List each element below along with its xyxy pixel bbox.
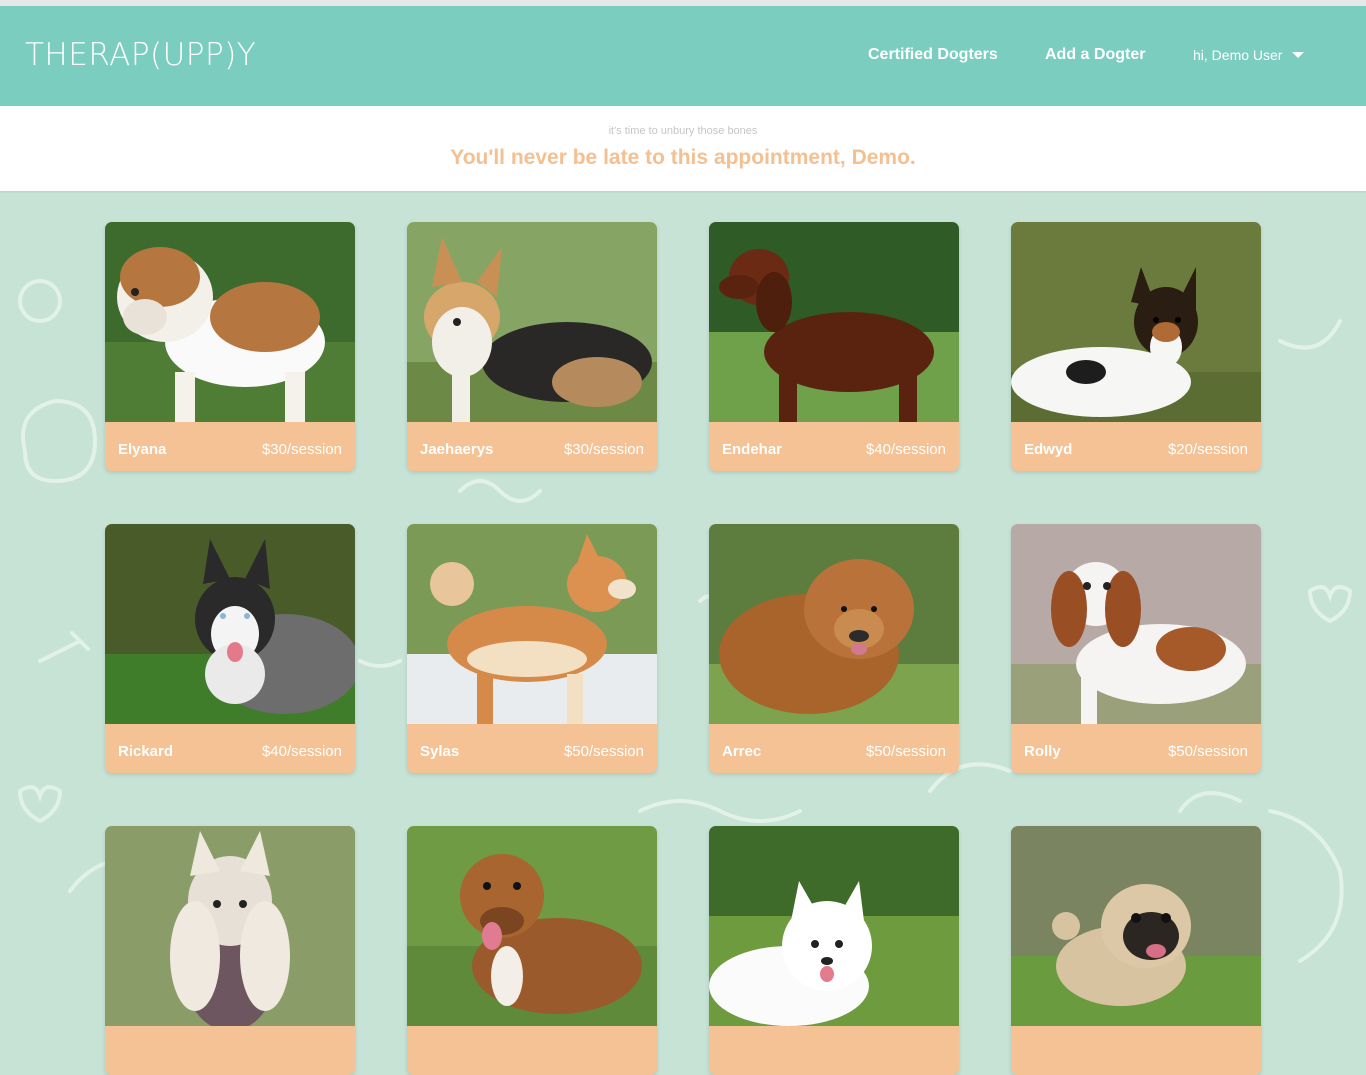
dog-card[interactable]: Elyana $30/session xyxy=(105,222,355,471)
dog-card-footer xyxy=(1011,1026,1261,1075)
dog-card-footer: Rolly $50/session xyxy=(1011,724,1261,773)
akita-photo xyxy=(407,524,657,724)
dog-price: $50/session xyxy=(865,743,946,760)
banner-tagline: it's time to unbury those bones xyxy=(608,125,758,137)
dog-card[interactable]: Jaehaerys $30/session xyxy=(407,222,657,471)
dog-price: $50/session xyxy=(563,743,644,760)
dog-card[interactable] xyxy=(709,826,959,1075)
dog-price: $40/session xyxy=(865,441,946,458)
dog-price: $40/session xyxy=(261,743,342,760)
dog-name: Arrec xyxy=(722,743,762,760)
dog-card[interactable]: Sylas $50/session xyxy=(407,524,657,773)
dog-card[interactable] xyxy=(105,826,355,1075)
dog-card-footer: Rickard $40/session xyxy=(105,724,355,773)
bulldog-photo xyxy=(105,222,355,422)
dog-card-footer: Endehar $40/session xyxy=(709,422,959,471)
dog-card-footer: Edwyd $20/session xyxy=(1011,422,1261,471)
dog-price: $20/session xyxy=(1167,441,1248,458)
dog-name: Edwyd xyxy=(1024,441,1073,458)
site-logo[interactable]: THERAP(UPP)Y xyxy=(25,37,256,73)
caret-down-icon xyxy=(1292,52,1305,58)
dog-card[interactable] xyxy=(407,826,657,1075)
nav-add-dogter[interactable]: Add a Dogter xyxy=(1045,46,1145,64)
dog-price: $50/session xyxy=(1167,743,1248,760)
husky-photo xyxy=(105,524,355,724)
dog-card[interactable] xyxy=(1011,826,1261,1075)
dog-card-footer xyxy=(407,1026,657,1075)
corgi-photo xyxy=(407,222,657,422)
dog-name: Sylas xyxy=(420,743,460,760)
terrier-photo xyxy=(1011,222,1261,422)
dog-card[interactable]: Rolly $50/session xyxy=(1011,524,1261,773)
dog-card[interactable]: Endehar $40/session xyxy=(709,222,959,471)
dog-name: Elyana xyxy=(118,441,167,458)
chow-photo xyxy=(709,524,959,724)
banner-welcome-message: You'll never be late to this appointment… xyxy=(450,146,916,169)
dogter-grid: Elyana $30/session Jaehaerys $30/session xyxy=(0,191,1366,1075)
dog-card-footer xyxy=(709,1026,959,1075)
dog-card[interactable]: Edwyd $20/session xyxy=(1011,222,1261,471)
dog-card[interactable]: Arrec $50/session xyxy=(709,524,959,773)
dog-card-footer: Sylas $50/session xyxy=(407,724,657,773)
user-menu-dropdown[interactable]: hi, Demo User xyxy=(1193,47,1305,63)
dog-card-footer: Arrec $50/session xyxy=(709,724,959,773)
dog-name: Jaehaerys xyxy=(420,441,494,458)
dog-name: Rolly xyxy=(1024,743,1061,760)
dog-card-footer: Elyana $30/session xyxy=(105,422,355,471)
pug-photo xyxy=(1011,826,1261,1026)
samoyed-photo xyxy=(709,826,959,1026)
spaniel-photo xyxy=(1011,524,1261,724)
welcome-banner: it's time to unbury those bones You'll n… xyxy=(0,106,1366,191)
nav-certified-dogters[interactable]: Certified Dogters xyxy=(868,46,998,64)
dog-card-footer xyxy=(105,1026,355,1075)
dog-card-footer: Jaehaerys $30/session xyxy=(407,422,657,471)
dog-card[interactable]: Rickard $40/session xyxy=(105,524,355,773)
dog-name: Rickard xyxy=(118,743,174,760)
top-navbar: THERAP(UPP)Y Certified Dogters Add a Dog… xyxy=(0,6,1366,106)
staffie-photo xyxy=(407,826,657,1026)
setter-photo xyxy=(709,222,959,422)
dog-name: Endehar xyxy=(722,441,783,458)
user-greeting: hi, Demo User xyxy=(1193,47,1283,63)
dog-price: $30/session xyxy=(261,441,342,458)
crested-photo xyxy=(105,826,355,1026)
dog-price: $30/session xyxy=(563,441,644,458)
